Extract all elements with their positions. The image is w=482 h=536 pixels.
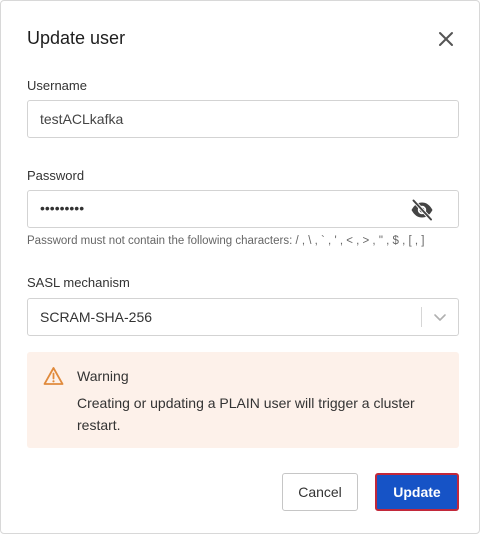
warning-message: Creating or updating a PLAIN user will t… bbox=[77, 395, 415, 433]
warning-title: Warning bbox=[77, 368, 129, 384]
password-label: Password bbox=[27, 168, 85, 183]
update-user-dialog: Update user Username testACLkafka Passwo… bbox=[0, 0, 480, 534]
password-hint: Password must not contain the following … bbox=[27, 235, 425, 247]
password-input[interactable]: ••••••••• bbox=[27, 190, 459, 228]
eye-off-icon[interactable] bbox=[410, 198, 434, 222]
select-divider bbox=[421, 307, 422, 327]
sasl-label: SASL mechanism bbox=[27, 275, 130, 290]
update-button[interactable]: Update bbox=[375, 473, 459, 511]
sasl-selected-value: SCRAM-SHA-256 bbox=[40, 309, 153, 325]
warning-icon bbox=[43, 367, 64, 385]
sasl-select[interactable]: SCRAM-SHA-256 bbox=[27, 298, 459, 336]
dialog-title: Update user bbox=[27, 28, 126, 48]
cancel-button[interactable]: Cancel bbox=[282, 473, 358, 511]
username-value: testACLkafka bbox=[40, 111, 124, 127]
close-icon[interactable] bbox=[435, 28, 457, 50]
password-value: ••••••••• bbox=[40, 200, 85, 216]
warning-banner: Warning Creating or updating a PLAIN use… bbox=[27, 352, 459, 448]
chevron-down-icon[interactable] bbox=[432, 309, 448, 325]
username-label: Username bbox=[27, 78, 87, 93]
username-input[interactable]: testACLkafka bbox=[27, 100, 459, 138]
